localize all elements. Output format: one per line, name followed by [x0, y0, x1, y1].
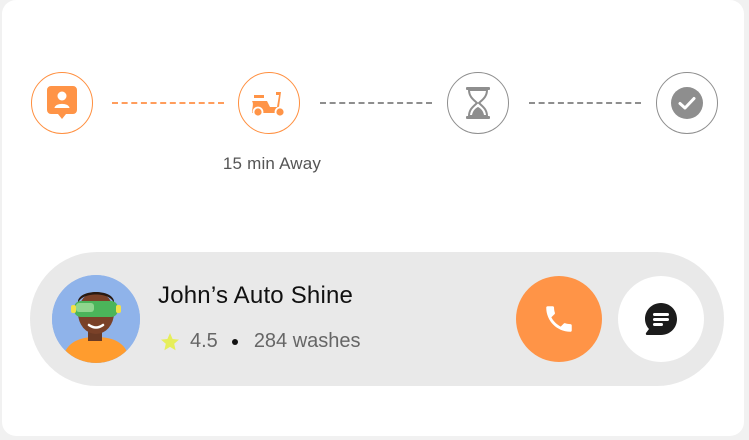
eta-label: 15 min Away [222, 154, 322, 173]
provider-wash-count: 284 washes [253, 330, 361, 352]
chat-icon [645, 303, 677, 335]
provider-panel: John’s Auto Shine 4.5 284 washes [30, 252, 724, 386]
phone-icon [546, 306, 572, 332]
avatar-icon [52, 275, 140, 363]
star-icon [161, 332, 179, 350]
step-assigned [31, 72, 93, 134]
step-completed [656, 72, 718, 134]
provider-rating: 4.5 [190, 330, 218, 352]
hourglass-icon [466, 87, 490, 119]
progress-connector [529, 102, 641, 104]
scooter-icon [252, 92, 286, 118]
step-in-progress [447, 72, 509, 134]
order-tracking-card: 15 min Away John’s Auto Shine 4.5 284 wa… [2, 0, 744, 436]
separator-dot [231, 338, 238, 345]
call-button[interactable] [516, 276, 602, 362]
check-icon [671, 87, 703, 119]
progress-connector [320, 102, 432, 104]
chat-button[interactable] [618, 276, 704, 362]
provider-stats: 4.5 284 washes [160, 330, 361, 353]
progress-connector [112, 102, 224, 104]
provider-name: John’s Auto Shine [158, 282, 354, 309]
avatar [52, 275, 140, 363]
profile-pin-icon [47, 86, 77, 119]
step-on-the-way [238, 72, 300, 134]
